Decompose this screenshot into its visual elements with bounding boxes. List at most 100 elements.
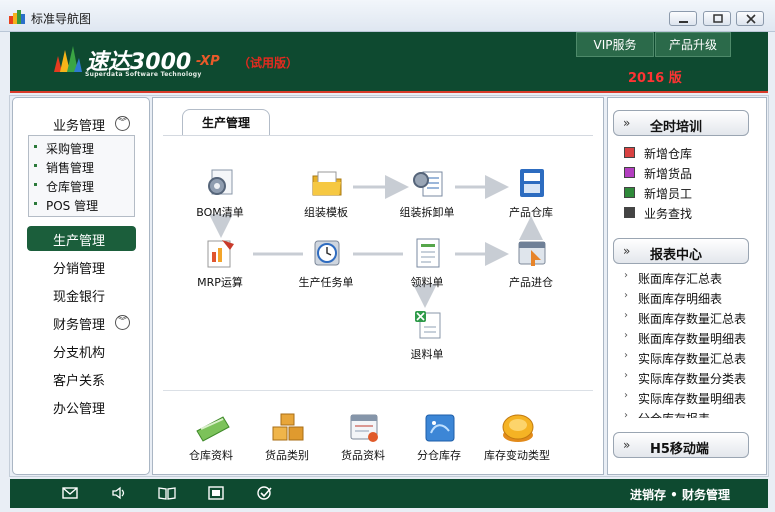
window-icon[interactable] — [207, 485, 225, 501]
warehouse-data-button[interactable]: 仓库资料 — [171, 411, 251, 466]
sidebar-item-purchase[interactable]: 采购管理 — [29, 138, 134, 157]
business-submenu: 采购管理 销售管理 仓库管理 POS 管理 — [28, 135, 135, 217]
chevron-right-icon: › — [624, 390, 628, 401]
bottom-label: 货品资料 — [341, 449, 385, 462]
link-label: 分仓库存报表 — [638, 410, 710, 418]
chevron-right-icon: › — [624, 330, 628, 341]
branch-stock-button[interactable]: 分仓库存 — [399, 411, 479, 466]
inbound-icon — [518, 241, 546, 266]
product-upgrade-button[interactable]: 产品升级 — [655, 32, 731, 57]
logo-mark-icon — [54, 46, 82, 72]
sidebar-item-cash-bank[interactable]: 现金银行 — [27, 282, 136, 307]
gear-list-icon — [413, 171, 443, 197]
report-link[interactable]: › 分仓库存报表 — [624, 408, 764, 418]
assembly-template-button[interactable]: 组装模板 — [286, 166, 366, 226]
material-requisition-button[interactable]: 领料单 — [387, 236, 467, 296]
goods-data-button[interactable]: 货品资料 — [323, 411, 403, 466]
material-return-button[interactable]: 退料单 — [387, 308, 467, 368]
flow-label: 组装模板 — [304, 206, 348, 219]
assembly-disassembly-button[interactable]: 组装拆卸单 — [387, 166, 467, 226]
sidebar-group-label: 业务管理 — [53, 119, 106, 134]
link-label: 账面库存数量明细表 — [638, 332, 747, 346]
report-link[interactable]: › 账面库存汇总表 — [624, 268, 764, 288]
sidebar-item-sales[interactable]: 销售管理 — [29, 157, 134, 176]
link-label: 账面库存明细表 — [638, 292, 723, 306]
link-label: 实际库存数量汇总表 — [638, 352, 747, 366]
sidebar-item-branches[interactable]: 分支机构 — [27, 338, 136, 363]
check-icon[interactable] — [256, 485, 274, 501]
product-inbound-button[interactable]: 产品进仓 — [491, 236, 571, 296]
mrp-calculation-button[interactable]: MRP运算 — [180, 236, 260, 296]
h5-mobile-button[interactable]: » H5移动端 — [613, 432, 749, 458]
sidebar-item-warehouse[interactable]: 仓库管理 — [29, 176, 134, 195]
minimize-icon — [679, 21, 688, 23]
sidebar-item-pos[interactable]: POS 管理 — [29, 195, 134, 214]
minimize-button[interactable] — [669, 11, 697, 26]
goods-category-button[interactable]: 货品类别 — [247, 411, 327, 466]
maximize-button[interactable] — [703, 11, 731, 26]
bullet-icon — [34, 183, 37, 186]
flow-label: 退料单 — [410, 348, 444, 361]
report-link[interactable]: › 实际库存数量汇总表 — [624, 348, 764, 368]
sidebar-item-office[interactable]: 办公管理 — [27, 394, 136, 419]
speaker-icon[interactable] — [110, 485, 128, 501]
folder-icon — [312, 171, 342, 196]
report-link[interactable]: › 账面库存明细表 — [624, 288, 764, 308]
report-section-button[interactable]: » 报表中心 — [613, 238, 749, 264]
sidebar-item-label: 分销管理 — [53, 262, 106, 277]
bottom-label: 库存变动类型 — [484, 449, 550, 462]
logo-xp: -XP — [196, 54, 220, 69]
business-search-link[interactable]: 业务查找 — [624, 203, 764, 223]
report-link[interactable]: › 账面库存数量明细表 — [624, 328, 764, 348]
goods-data-icon — [350, 414, 378, 442]
double-chevron-icon: » — [623, 244, 631, 258]
sidebar: 业务管理 ︾ 采购管理 销售管理 仓库管理 POS 管理 生产管理 分销管理 现… — [12, 97, 150, 475]
chevron-right-icon: › — [624, 410, 628, 418]
stock-change-type-button[interactable]: 库存变动类型 — [477, 411, 557, 466]
app-icon — [9, 10, 25, 24]
chevron-right-icon: › — [624, 350, 628, 361]
close-button[interactable] — [736, 11, 764, 26]
double-chevron-icon: » — [623, 438, 631, 452]
sidebar-item-production[interactable]: 生产管理 — [27, 226, 136, 251]
sidebar-item-crm[interactable]: 客户关系 — [27, 366, 136, 391]
sidebar-item-label: 办公管理 — [53, 402, 106, 417]
chevron-down-icon[interactable]: ︾ — [115, 315, 130, 330]
sidebar-item-label: 分支机构 — [53, 346, 106, 361]
app-header: 速达3000 Superdata Software Technology -XP… — [10, 32, 768, 93]
book-icon[interactable] — [158, 485, 176, 501]
excel-return-icon — [415, 311, 441, 339]
sidebar-item-label: 采购管理 — [46, 142, 95, 156]
chevron-down-icon[interactable]: ︾ — [115, 116, 130, 131]
flow-label: 领料单 — [410, 276, 444, 289]
chevron-right-icon: › — [624, 370, 628, 381]
section-title: H5移动端 — [650, 442, 709, 457]
report-link[interactable]: › 实际库存数量明细表 — [624, 388, 764, 408]
sidebar-item-distribution[interactable]: 分销管理 — [27, 254, 136, 279]
bom-list-button[interactable]: BOM清单 — [180, 166, 260, 226]
report-link[interactable]: › 实际库存数量分类表 — [624, 368, 764, 388]
sidebar-item-label: 生产管理 — [53, 234, 106, 249]
sidebar-group-finance[interactable]: 财务管理 ︾ — [13, 312, 151, 333]
bullet-icon — [34, 202, 37, 205]
mail-icon[interactable] — [61, 485, 79, 501]
double-chevron-icon: » — [623, 116, 631, 130]
main-panel: 生产管理 BOM清单 组装模板 组装拆卸单 产品仓库 MRP运算 生产任务单 领… — [152, 97, 604, 475]
link-label: 新增仓库 — [644, 147, 693, 161]
link-label: 业务查找 — [644, 207, 693, 221]
report-link[interactable]: › 账面库存数量汇总表 — [624, 308, 764, 328]
new-employee-link[interactable]: 新增员工 — [624, 183, 764, 203]
item-icon — [624, 187, 635, 198]
right-panel: » 全时培训 新增仓库 新增货品 新增员工 业务查找 » 报表中心 › 账面库存汇… — [607, 97, 767, 475]
new-goods-link[interactable]: 新增货品 — [624, 163, 764, 183]
footer-bar: 进销存 • 财务管理 — [10, 479, 768, 508]
vip-service-button[interactable]: VIP服务 — [576, 32, 654, 57]
training-section-button[interactable]: » 全时培训 — [613, 110, 749, 136]
sidebar-group-business[interactable]: 业务管理 ︾ — [13, 113, 151, 134]
production-task-button[interactable]: 生产任务单 — [286, 236, 366, 296]
maximize-icon — [713, 14, 723, 23]
flow-label: BOM清单 — [196, 206, 244, 219]
new-warehouse-link[interactable]: 新增仓库 — [624, 143, 764, 163]
section-title: 报表中心 — [650, 248, 703, 263]
product-warehouse-button[interactable]: 产品仓库 — [491, 166, 571, 226]
